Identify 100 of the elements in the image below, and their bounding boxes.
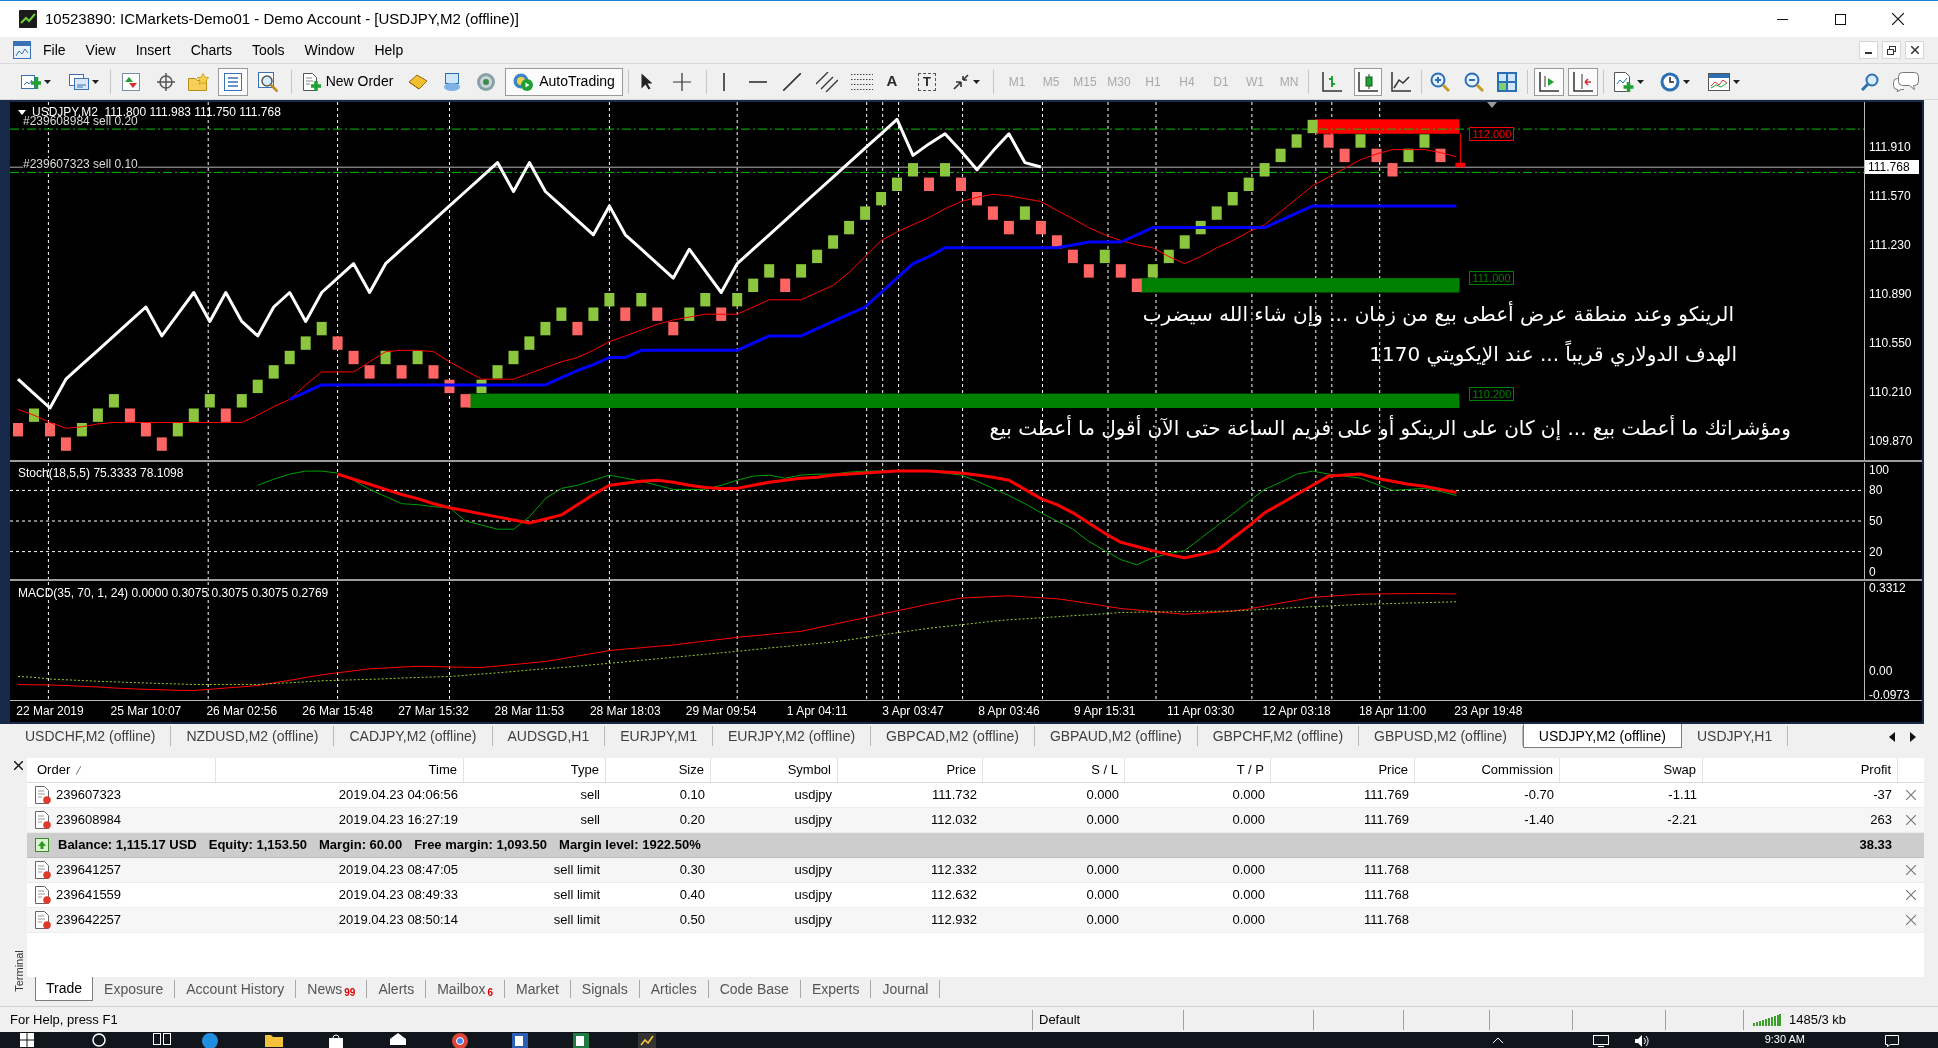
chart-tab[interactable]: GBPCHF,M2 (offline): [1197, 726, 1360, 746]
table-cell-text: 0.000: [1086, 786, 1119, 805]
panel-tab[interactable]: Experts: [800, 980, 872, 998]
bag-icon[interactable]: [328, 1033, 344, 1048]
column-header[interactable]: Price: [838, 758, 983, 782]
menu-item[interactable]: Window: [294, 40, 365, 60]
play-badge-icon: [513, 72, 534, 91]
column-header[interactable]: Time: [216, 758, 464, 782]
column-header[interactable]: S / L: [983, 758, 1125, 782]
column-header[interactable]: Type: [464, 758, 606, 782]
restore-button[interactable]: [1882, 41, 1901, 59]
chart-tab[interactable]: NZDUSD,M2 (offline): [171, 726, 335, 746]
time-axis-label: 12 Apr 03:18: [1262, 704, 1331, 718]
scroll-left-icon[interactable]: [1889, 732, 1895, 742]
panel-tab[interactable]: Account History: [175, 980, 297, 998]
chart-tab[interactable]: USDJPY,M2 (offline): [1522, 724, 1682, 748]
text-tool-button[interactable]: A: [881, 67, 903, 96]
auto-scroll-button[interactable]: [1534, 67, 1564, 96]
spreadsheet-app-icon[interactable]: [573, 1033, 589, 1048]
table-cell-text: 239642257: [56, 911, 122, 930]
axis-label: 109.870: [1869, 435, 1913, 448]
panel-tab[interactable]: Market: [505, 980, 571, 998]
diagonal-line-icon: [783, 72, 801, 91]
clock-icon: [1660, 71, 1680, 92]
column-header[interactable]: Price: [1271, 758, 1415, 782]
monitor-icon[interactable]: [1592, 1035, 1609, 1047]
auto-trading-button[interactable]: AutoTrading: [505, 67, 623, 96]
panel-tab[interactable]: Articles: [639, 980, 709, 998]
caret-icon: [92, 79, 99, 84]
menu-item[interactable]: Help: [364, 40, 414, 60]
crosshair-icon: [673, 72, 691, 91]
house-icon[interactable]: [390, 1033, 406, 1045]
table-row[interactable]: 239641257 2019.04.23 08:47:05 sell limit 0.30 usdjpy 112.332 0.000 0.000 111.768: [27, 858, 1924, 883]
menu-item[interactable]: Charts: [180, 40, 242, 60]
chart-shift-button[interactable]: [1568, 67, 1598, 96]
chart-tab[interactable]: USDJPY,H1: [1681, 726, 1789, 746]
table-row[interactable]: 239608984 2019.04.23 16:27:19 sell 0.20 usdjpy 112.032 0.000 0.000 111.769 -1.40 -2.21 263: [27, 808, 1924, 833]
menu-item[interactable]: File: [33, 40, 76, 60]
panel-tab[interactable]: Trade: [35, 977, 94, 1001]
up-down-arrows-icon: [122, 72, 140, 91]
table-row[interactable]: 239642257 2019.04.23 08:50:14 sell limit 0.50 usdjpy 112.932 0.000 0.000 111.768: [27, 908, 1924, 933]
chart-tab[interactable]: USDCHF,M2 (offline): [10, 726, 172, 746]
caret-icon: [44, 79, 51, 84]
table-row[interactable]: 239641559 2019.04.23 08:49:33 sell limit 0.40 usdjpy 112.632 0.000 0.000 111.768: [27, 883, 1924, 908]
document-icon: [35, 861, 51, 879]
chart-tab[interactable]: CADJPY,M2 (offline): [334, 726, 493, 746]
table-row[interactable]: 239607323 2019.04.23 04:06:56 sell 0.10 usdjpy 111.732 0.000 0.000 111.769 -0.70 -1.11 -37: [27, 783, 1924, 808]
column-header[interactable]: T / P: [1125, 758, 1271, 782]
table-cell-text: sell: [580, 811, 600, 830]
chart-window-icon[interactable]: [13, 41, 31, 59]
panel-tab[interactable]: Code Base: [708, 980, 801, 998]
ring-app-icon[interactable]: [452, 1033, 468, 1048]
close-icon[interactable]: [14, 761, 23, 770]
column-header[interactable]: Swap: [1560, 758, 1703, 782]
zone-price-label: 112.000: [1469, 126, 1515, 141]
menu-item[interactable]: Tools: [241, 40, 295, 60]
chart-app-icon[interactable]: [638, 1033, 656, 1048]
chart-tab[interactable]: GBPCAD,M2 (offline): [871, 726, 1035, 746]
candlestick-button[interactable]: [1354, 67, 1382, 96]
column-header[interactable]: Commission: [1415, 758, 1560, 782]
chevron-up-icon[interactable]: [1492, 1037, 1503, 1043]
search-icon[interactable]: [92, 1033, 106, 1047]
panel-tab[interactable]: Alerts: [367, 980, 427, 998]
speaker-icon[interactable]: [1634, 1035, 1649, 1047]
time-axis-label: 28 Mar 11:53: [494, 704, 565, 718]
chart-tab[interactable]: GBPUSD,M2 (offline): [1359, 726, 1523, 746]
column-header[interactable]: Profit: [1703, 758, 1898, 782]
time-axis-label: 3 Apr 03:47: [882, 704, 944, 718]
folder-icon[interactable]: [265, 1033, 283, 1047]
panel-tab[interactable]: Journal: [871, 980, 941, 998]
panel-tab[interactable]: Exposure: [93, 980, 176, 998]
windows-logo-icon[interactable]: [20, 1033, 34, 1047]
panel-tab[interactable]: Signals: [570, 980, 640, 998]
column-header[interactable]: Size: [606, 758, 711, 782]
round-app-icon[interactable]: [202, 1033, 218, 1048]
chart-tab[interactable]: EURJPY,M2 (offline): [713, 726, 872, 746]
maximize-icon: [1834, 13, 1846, 25]
terminal-button[interactable]: [218, 67, 248, 96]
new-order-button[interactable]: New Order: [296, 67, 400, 96]
menu-item[interactable]: Insert: [125, 40, 181, 60]
task-view-icon[interactable]: [153, 1033, 171, 1045]
table-cell-text: 112.032: [930, 811, 977, 830]
chart-tab[interactable]: GBPAUD,M2 (offline): [1034, 726, 1198, 746]
dropdown-triangle-icon[interactable]: [18, 109, 26, 115]
scroll-right-icon[interactable]: [1910, 732, 1916, 742]
table-cell-text: 2019.04.23 08:49:33: [338, 886, 458, 905]
table-row[interactable]: Balance: 1,115.17 USD Equity: 1,153.50 Margin: 60.00 Free margin: 1,093.50 Margin level: 1922.50% 38.33: [27, 833, 1924, 858]
close-button[interactable]: [1905, 41, 1924, 59]
minimize-button[interactable]: [1859, 41, 1878, 59]
chart-note: الرينكو وعند منطقة عرض أعطى بيع من زمان ... وإن شاء الله سيضرب: [1142, 300, 1734, 328]
chart-tab[interactable]: AUDSGD,H1: [492, 726, 606, 746]
chart-plus-icon: [21, 73, 41, 90]
caret-icon: [1733, 79, 1740, 84]
document-app-icon[interactable]: [512, 1033, 528, 1048]
text-label-button[interactable]: T: [918, 72, 936, 91]
speech-bubble-icon[interactable]: [1885, 1035, 1899, 1047]
chart-tab[interactable]: EURJPY,M1: [605, 726, 713, 746]
menu-item[interactable]: View: [75, 40, 126, 60]
column-header[interactable]: Symbol: [711, 758, 838, 782]
column-header[interactable]: Order: [27, 758, 216, 782]
